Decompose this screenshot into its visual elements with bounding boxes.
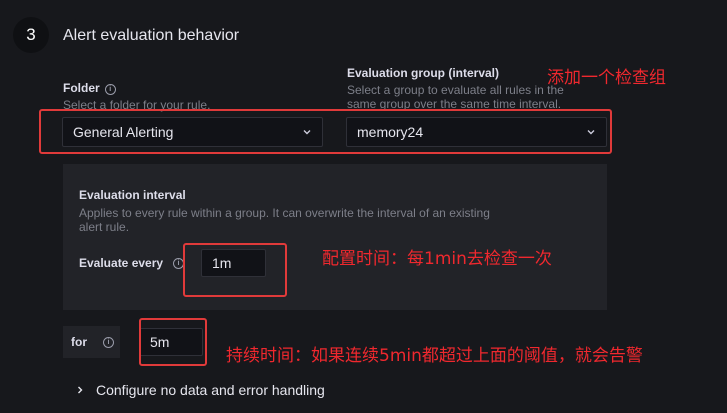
annotation-box-selects bbox=[39, 109, 612, 154]
evaluation-interval-description-line2: alert rule. bbox=[79, 220, 130, 234]
evaluation-group-description-line1: Select a group to evaluate all rules in … bbox=[347, 83, 564, 97]
for-label: for bbox=[71, 335, 87, 349]
evaluation-interval-description-line1: Applies to every rule within a group. It… bbox=[79, 206, 490, 220]
evaluation-group-description: Select a group to evaluate all rules in … bbox=[347, 83, 564, 111]
chevron-right-icon bbox=[78, 386, 83, 394]
annotation-for-text: 持续时间：如果连续5min都超过上面的阈值，就会告警 bbox=[226, 346, 643, 366]
annotation-box-for bbox=[139, 318, 207, 366]
step-number-badge: 3 bbox=[13, 17, 49, 53]
annotation-interval-text: 配置时间：每1min去检查一次 bbox=[322, 249, 552, 269]
section-title: Alert evaluation behavior bbox=[63, 27, 240, 44]
configure-no-data-toggle[interactable]: Configure no data and error handling bbox=[76, 382, 325, 398]
info-icon[interactable]: i bbox=[104, 84, 116, 95]
evaluate-every-label: Evaluate every bbox=[79, 256, 163, 270]
evaluate-every-label-text: Evaluate every bbox=[79, 256, 164, 270]
evaluation-interval-panel: Evaluation interval Applies to every rul… bbox=[63, 164, 607, 310]
info-icon[interactable]: i bbox=[103, 336, 114, 348]
evaluation-group-label: Evaluation group (interval) bbox=[347, 66, 500, 80]
folder-label-text: Folder bbox=[63, 81, 100, 95]
alert-rule-form: 3 Alert evaluation behavior Folder i Sele… bbox=[0, 0, 727, 413]
configure-no-data-label: Configure no data and error handling bbox=[96, 382, 325, 398]
for-label-box: for i bbox=[63, 326, 120, 358]
annotation-group-text: 添加一个检查组 bbox=[547, 68, 666, 88]
folder-label: Folder i bbox=[63, 81, 116, 95]
evaluation-interval-title: Evaluation interval bbox=[79, 188, 186, 202]
annotation-box-evaluate-every bbox=[183, 243, 287, 297]
evaluation-interval-description: Applies to every rule within a group. It… bbox=[79, 206, 490, 234]
